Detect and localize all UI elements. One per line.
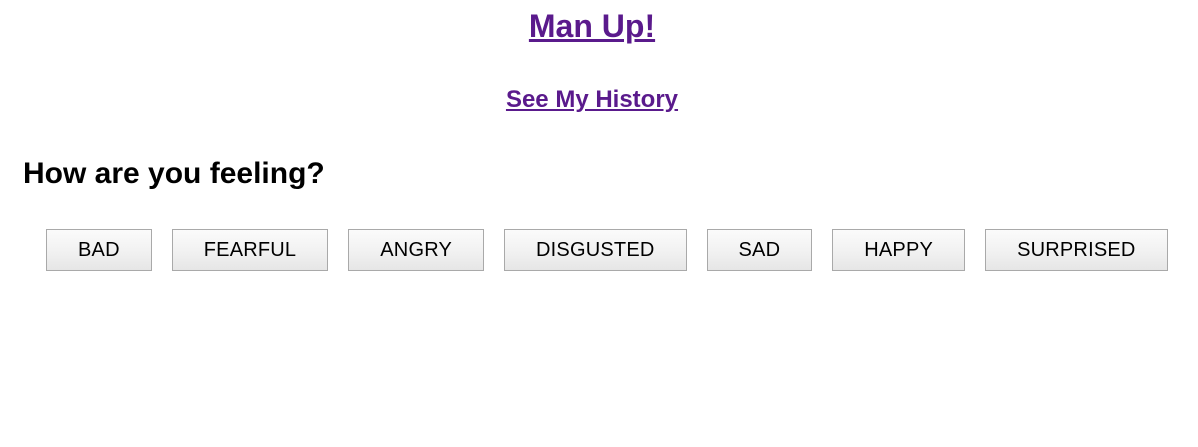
feeling-button-angry[interactable]: ANGRY	[348, 229, 485, 271]
feeling-button-fearful[interactable]: FEARFUL	[171, 229, 329, 271]
see-history-link[interactable]: See My History	[506, 86, 678, 113]
feeling-button-disgusted[interactable]: DISGUSTED	[504, 229, 687, 271]
feeling-button-group: BAD FEARFUL ANGRY DISGUSTED SAD HAPPY SU…	[46, 229, 1168, 271]
feeling-button-bad[interactable]: BAD	[46, 229, 152, 271]
feeling-button-surprised[interactable]: SURPRISED	[985, 229, 1168, 271]
history-link-container: See My History	[0, 86, 1184, 114]
page: Man Up! See My History How are you feeli…	[0, 0, 1198, 447]
feeling-question: How are you feeling?	[23, 157, 325, 190]
app-title-link[interactable]: Man Up!	[529, 8, 655, 44]
feeling-button-sad[interactable]: SAD	[706, 229, 813, 271]
app-title: Man Up!	[0, 6, 1184, 46]
feeling-button-happy[interactable]: HAPPY	[832, 229, 966, 271]
